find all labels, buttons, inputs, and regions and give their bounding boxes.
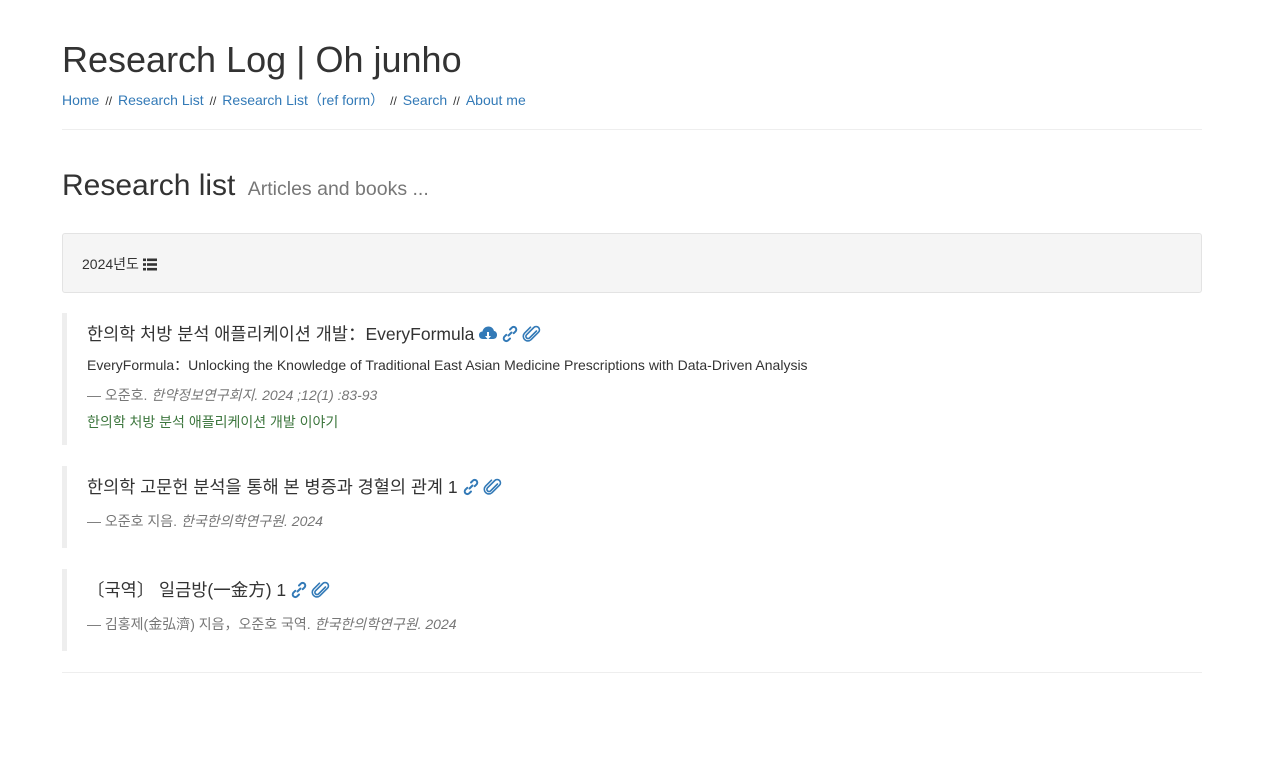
research-entry: 〔국역〕 일금방(一金方) 1 — 김홍제(金弘濟) 지음，오준호 국역. 한국… <box>62 569 1202 651</box>
page-title-text: Research list <box>62 169 236 202</box>
link-icon[interactable] <box>501 325 519 343</box>
entry-meta: — 오준호 지음. 한국한의학연구원. 2024 <box>87 512 1202 530</box>
entry-source: 한약정보연구회지. 2024 ;12(1) :83-93 <box>151 387 378 403</box>
link-icon[interactable] <box>290 581 308 599</box>
entry-authors: — 오준호 지음. <box>87 513 178 529</box>
page-title: Research list Articles and books ... <box>62 166 429 209</box>
site-title: Research Log | Oh junho <box>62 39 462 80</box>
entry-title: 한의학 처방 분석 애플리케이션 개발：EveryFormula <box>87 324 475 344</box>
entry-related-link[interactable]: 한의학 처방 분석 애플리케이션 개발 이야기 <box>87 413 1202 431</box>
year-group-panel: 2024년도 <box>62 233 1202 293</box>
paperclip-icon[interactable] <box>522 325 542 343</box>
nav-about-me[interactable]: About me <box>466 92 526 108</box>
entry-meta: — 오준호. 한약정보연구회지. 2024 ;12(1) :83-93 <box>87 386 1202 404</box>
entry-subtitle: EveryFormula：Unlocking the Knowledge of … <box>87 357 808 373</box>
year-group-header[interactable]: 2024년도 <box>82 255 157 273</box>
entry-authors: — 김홍제(金弘濟) 지음，오준호 국역. <box>87 616 311 632</box>
paperclip-icon[interactable] <box>483 478 503 496</box>
entry-source: 한국한의학연구원. 2024 <box>180 513 323 529</box>
year-label: 2024년도 <box>82 256 139 272</box>
entry-title: 한의학 고문헌 분석을 통해 본 병증과 경혈의 관계 1 <box>87 477 458 497</box>
cloud-download-icon[interactable] <box>478 325 498 343</box>
header-divider <box>62 129 1202 130</box>
nav-separator: // <box>105 94 113 108</box>
nav-research-list[interactable]: Research List <box>118 92 204 108</box>
list-icon <box>142 258 157 271</box>
nav-search[interactable]: Search <box>403 92 447 108</box>
footer-divider <box>62 672 1202 673</box>
nav-home[interactable]: Home <box>62 92 99 108</box>
entry-authors: — 오준호. <box>87 387 148 403</box>
nav-separator: // <box>209 94 217 108</box>
entry-title: 〔국역〕 일금방(一金方) 1 <box>87 580 287 600</box>
link-icon[interactable] <box>462 478 480 496</box>
entry-meta: — 김홍제(金弘濟) 지음，오준호 국역. 한국한의학연구원. 2024 <box>87 615 1202 633</box>
entry-title-row: 한의학 처방 분석 애플리케이션 개발：EveryFormula <box>87 313 1202 346</box>
page-subtitle: Articles and books ... <box>247 178 429 200</box>
research-entry: 한의학 고문헌 분석을 통해 본 병증과 경혈의 관계 1 — 오준호 지음. … <box>62 466 1202 548</box>
nav-research-list-ref-form[interactable]: Research List（ref form） <box>222 92 384 108</box>
entry-title-row: 한의학 고문헌 분석을 통해 본 병증과 경혈의 관계 1 <box>87 466 1202 499</box>
breadcrumb-nav: Home // Research List // Research List（ref f… <box>62 91 526 110</box>
entry-source: 한국한의학연구원. 2024 <box>314 616 457 632</box>
nav-separator: // <box>453 94 460 108</box>
nav-separator: // <box>390 94 397 108</box>
entry-title-row: 〔국역〕 일금방(一金方) 1 <box>87 569 1202 602</box>
research-entry: 한의학 처방 분석 애플리케이션 개발：EveryFormula EveryFo… <box>62 313 1202 445</box>
paperclip-icon[interactable] <box>311 581 331 599</box>
